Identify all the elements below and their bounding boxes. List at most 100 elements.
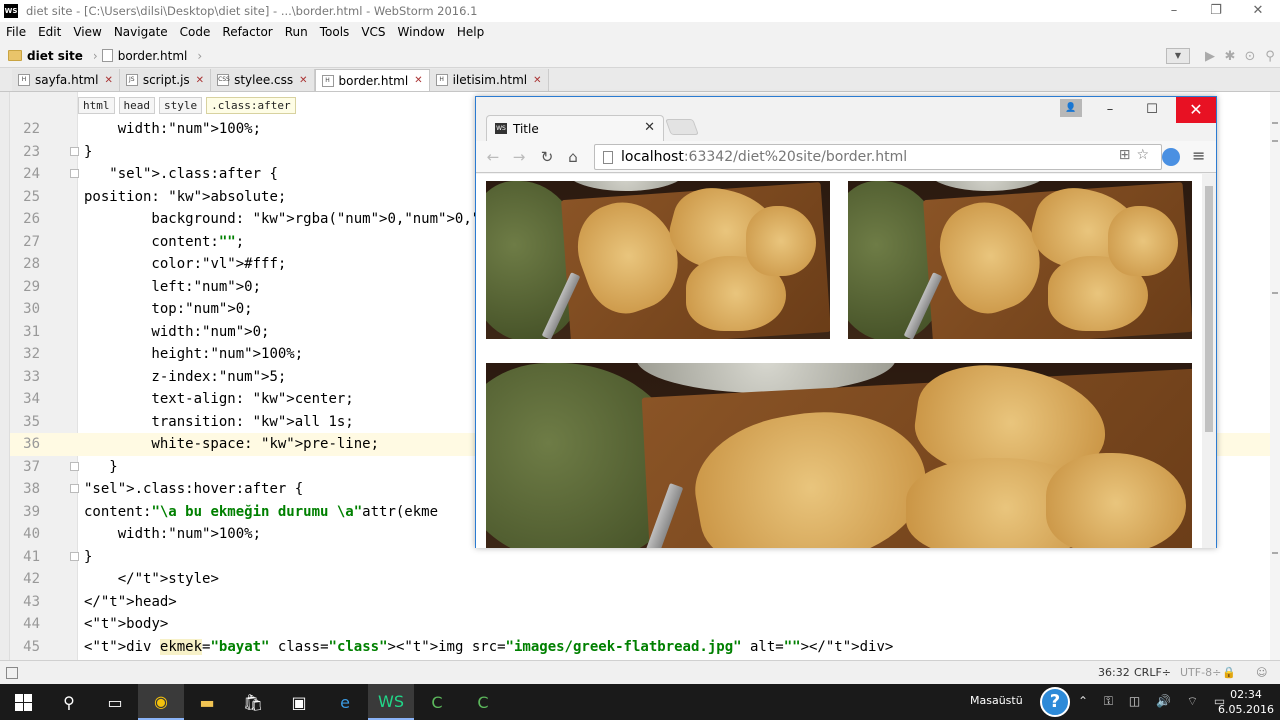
tab-script-js[interactable]: JS script.js ✕	[119, 69, 212, 91]
crumb-html[interactable]: html	[78, 96, 115, 114]
nav-crumb-file[interactable]: border.html	[101, 49, 187, 63]
code-line[interactable]: 43 </"t">head>	[10, 591, 1270, 614]
browser-close-button[interactable]: ✕	[1176, 97, 1216, 123]
scroll-thumb[interactable]	[1205, 186, 1213, 432]
code-line[interactable]: 42 </"t">style>	[10, 568, 1270, 591]
chrome-icon[interactable]: ◉	[138, 684, 184, 720]
close-tab-icon[interactable]: ✕	[196, 75, 204, 86]
tool-windows-icon[interactable]	[6, 667, 18, 679]
code-line[interactable]: 45 <"t">div ekmek="bayat" class="class"><…	[10, 636, 1270, 659]
html-file-icon	[101, 49, 113, 62]
system-tray-icons[interactable]: ⌃ ⚿ ◫ 🔊 ⌔ ▭	[1078, 694, 1231, 709]
run-icon[interactable]: ▶	[1200, 49, 1220, 64]
user-icon[interactable]: 👤	[1060, 99, 1082, 117]
html-icon: H	[321, 74, 334, 87]
extension-icon[interactable]	[1162, 148, 1180, 166]
line-text: width:"num">100%;	[84, 526, 262, 542]
page-scrollbar[interactable]	[1202, 174, 1216, 548]
browser-tab[interactable]: WS Title ✕	[486, 115, 664, 141]
camtasia-icon[interactable]: C	[414, 684, 460, 720]
reload-icon[interactable]: ↻	[536, 146, 558, 168]
flatbread-image[interactable]	[848, 181, 1192, 339]
crumb-head[interactable]: head	[118, 96, 155, 114]
forward-icon[interactable]: →	[508, 146, 530, 168]
run-config-dropdown[interactable]: ▼	[1166, 48, 1190, 64]
menu-view[interactable]: View	[67, 25, 107, 39]
task-view-icon[interactable]: ▭	[92, 684, 138, 720]
file-explorer-icon[interactable]: ▬	[184, 684, 230, 720]
menu-tools[interactable]: Tools	[314, 25, 356, 39]
editor-scrollbar[interactable]	[1270, 92, 1280, 660]
menu-file[interactable]: File	[0, 25, 32, 39]
tab-border-html[interactable]: H border.html ✕	[314, 69, 430, 91]
close-tab-icon[interactable]: ✕	[644, 120, 655, 135]
webstorm-app-icon: WS	[4, 4, 18, 18]
menu-edit[interactable]: Edit	[32, 25, 67, 39]
command-prompt-icon[interactable]: ▣	[276, 684, 322, 720]
crumb-style[interactable]: style	[159, 96, 203, 114]
fold-marker-icon[interactable]	[70, 551, 79, 561]
menu-code[interactable]: Code	[174, 25, 217, 39]
close-tab-icon[interactable]: ✕	[299, 75, 307, 86]
file-encoding[interactable]: UTF-8÷	[1180, 666, 1221, 679]
menu-refactor[interactable]: Refactor	[216, 25, 278, 39]
code-line[interactable]: 44 <"t">body>	[10, 613, 1270, 636]
menu-window[interactable]: Window	[392, 25, 451, 39]
flatbread-image[interactable]	[486, 181, 830, 339]
menu-icon[interactable]: ≡	[1192, 146, 1205, 165]
help-icon[interactable]: ?	[1040, 687, 1070, 717]
menu-help[interactable]: Help	[451, 25, 490, 39]
code-line[interactable]: 41}	[10, 546, 1270, 569]
store-icon[interactable]: 🛍	[230, 684, 276, 720]
minimize-button[interactable]: –	[1154, 0, 1194, 22]
coverage-icon[interactable]: ⊙	[1240, 49, 1260, 64]
crumb-class-after[interactable]: .class:after	[206, 96, 296, 114]
camtasia-recorder-icon[interactable]: C	[460, 684, 506, 720]
close-window-button[interactable]: ✕	[1238, 0, 1278, 22]
lock-icon[interactable]: 🔒	[1222, 666, 1236, 679]
line-text: </"t">style>	[84, 571, 219, 587]
tab-sayfa-html[interactable]: H sayfa.html ✕	[12, 69, 120, 91]
search-everywhere-icon[interactable]: ⚲	[1260, 49, 1280, 64]
new-tab-button[interactable]	[665, 119, 699, 135]
editor-tabs: H sayfa.html ✕ JS script.js ✕ CSS stylee…	[0, 68, 1280, 92]
fold-marker-icon[interactable]	[70, 484, 79, 493]
restore-button[interactable]: ❐	[1196, 0, 1236, 22]
start-button[interactable]	[0, 684, 46, 720]
clock[interactable]: 02:34 6.05.2016	[1218, 687, 1274, 717]
line-number: 31	[23, 323, 40, 340]
tab-stylee-css[interactable]: CSS stylee.css ✕	[211, 69, 315, 91]
fold-marker-icon[interactable]	[70, 146, 79, 156]
bookmark-star-icon[interactable]: ⊞☆	[1119, 147, 1155, 163]
back-icon[interactable]: ←	[482, 146, 504, 168]
tab-iletisim-html[interactable]: H iletisim.html ✕	[429, 69, 549, 91]
debug-icon[interactable]: ✱	[1220, 49, 1240, 64]
line-separator[interactable]: CRLF÷	[1134, 666, 1171, 679]
nav-crumb-project[interactable]: diet site	[8, 49, 83, 63]
fold-marker-icon[interactable]	[70, 461, 79, 471]
address-bar[interactable]: localhost:63342/diet%20site/border.html …	[594, 144, 1162, 170]
webstorm-icon[interactable]: WS	[368, 684, 414, 720]
hector-icon[interactable]: ☺	[1256, 666, 1267, 679]
home-icon[interactable]: ⌂	[562, 146, 584, 168]
js-icon: JS	[125, 74, 138, 86]
close-tab-icon[interactable]: ✕	[533, 75, 541, 86]
edge-icon[interactable]: e	[322, 684, 368, 720]
line-number: 36	[23, 436, 40, 452]
menu-navigate[interactable]: Navigate	[108, 25, 174, 39]
fold-marker-icon[interactable]	[70, 169, 79, 178]
close-tab-icon[interactable]: ✕	[104, 75, 112, 86]
browser-minimize-button[interactable]: –	[1090, 97, 1130, 123]
search-icon[interactable]: ⚲	[46, 684, 92, 720]
browser-toolbar: ← → ↻ ⌂ localhost:63342/diet%20site/bord…	[476, 141, 1216, 173]
line-text: }	[84, 143, 93, 160]
line-text: text-align: "kw">center;	[84, 391, 354, 407]
browser-maximize-button[interactable]: ☐	[1132, 97, 1172, 123]
desktop-toolbar-label[interactable]: Masaüstü	[970, 694, 1023, 707]
menu-vcs[interactable]: VCS	[355, 25, 391, 39]
menu-run[interactable]: Run	[279, 25, 314, 39]
line-number: 44	[23, 616, 40, 632]
caret-position[interactable]: 36:32	[1098, 666, 1130, 679]
flatbread-image[interactable]	[486, 363, 1192, 548]
close-tab-icon[interactable]: ✕	[414, 75, 422, 86]
